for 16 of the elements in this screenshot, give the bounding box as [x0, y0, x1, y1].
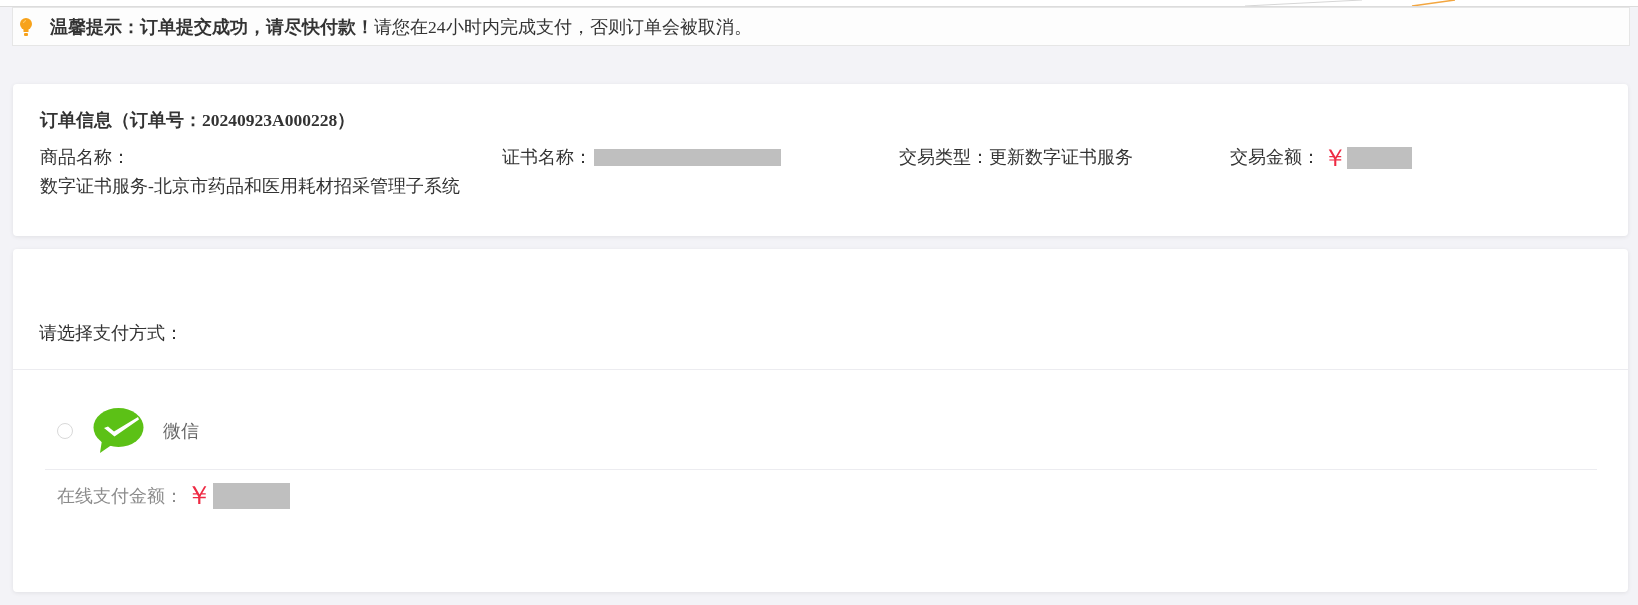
payment-prompt: 请选择支付方式：	[39, 323, 183, 343]
field-value: 数字证书服务-北京市药品和医用耗材招采管理子系统	[40, 174, 460, 198]
payment-method-label[interactable]: 微信	[163, 418, 199, 443]
field-value: 更新数字证书服务	[989, 146, 1133, 170]
card-title: 订单信息（订单号：20240923A000228）	[40, 109, 357, 132]
currency-symbol: ￥	[1323, 146, 1347, 170]
field-label: 证书名称：	[502, 147, 592, 168]
notice-text: 温馨提示：订单提交成功，请尽快付款！请您在24小时内完成支付，否则订单会被取消。	[50, 15, 752, 39]
field-label: 交易类型：	[899, 147, 989, 168]
currency-symbol: ￥	[186, 483, 212, 509]
lightbulb-icon	[20, 17, 32, 36]
radio-button[interactable]	[57, 422, 73, 439]
amount-label: 在线支付金额：	[57, 485, 183, 508]
speech-bubble-check-icon	[93, 408, 144, 453]
field-label: 交易金额：	[1230, 147, 1320, 168]
field-label: 商品名称：	[40, 147, 130, 168]
